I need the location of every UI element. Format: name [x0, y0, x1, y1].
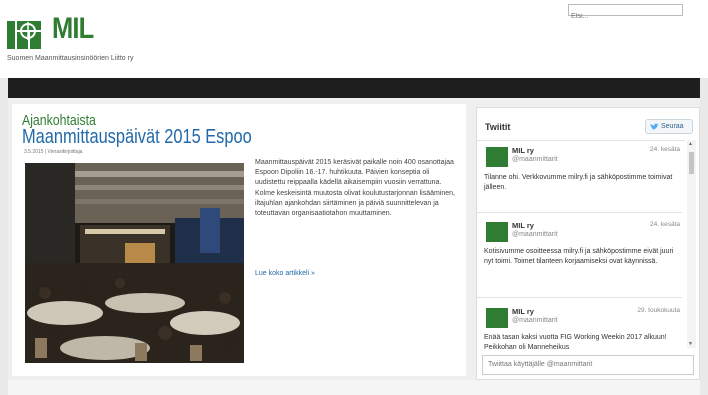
read-more-link[interactable]: Lue koko artikkeli » — [255, 270, 315, 277]
scrollbar-thumb[interactable] — [689, 152, 694, 174]
tweet-date[interactable]: 24. kesäta — [620, 146, 680, 153]
follow-button[interactable]: Seuraa — [645, 119, 693, 134]
tweet-author-name[interactable]: MIL ry — [512, 221, 534, 230]
tweet-date[interactable]: 29. toukokuuta — [620, 307, 680, 314]
twitter-bird-icon — [650, 123, 659, 130]
nav-item-jasenyys[interactable]: JÄSENYYS — [86, 0, 122, 20]
tweet-avatar[interactable] — [486, 147, 508, 167]
twitter-widget-title: Twiitit — [485, 122, 511, 132]
mil-logo-icon[interactable] — [7, 19, 41, 49]
tweet-author-handle[interactable]: @maanmittarit — [512, 317, 558, 324]
tweet-author-handle[interactable]: @maanmittarit — [512, 231, 558, 238]
search-input[interactable] — [569, 11, 682, 22]
tweet-compose-box[interactable]: Twiittaa käyttäjälle @maanmittarit — [482, 355, 694, 375]
article-excerpt: Maanmittauspäivät 2015 keräsivät paikall… — [255, 159, 455, 218]
tweet-author-name[interactable]: MIL ry — [512, 307, 534, 316]
nav-item-yhdistys[interactable]: YHDISTYS — [150, 0, 184, 20]
nav-item-julkaisut[interactable]: JULKAISUT — [213, 0, 251, 20]
article-photo[interactable] — [25, 163, 244, 363]
site-tagline: Suomen Maanmittausinsinöörien Liitto ry — [7, 55, 134, 62]
scroll-up-arrow-icon[interactable]: ▲ — [688, 141, 693, 147]
tweet-divider — [477, 297, 682, 298]
scroll-down-arrow-icon[interactable]: ▼ — [688, 341, 693, 347]
tweet-divider — [477, 212, 682, 213]
nav-item-briefly-in-english[interactable]: BRIEFLY IN ENGLISH — [377, 0, 447, 20]
tweet-text: Tilanne ohi. Verkkovumme milry.fi ja säh… — [484, 174, 673, 191]
follow-label: Seuraa — [661, 123, 684, 130]
conference-hall-image — [25, 163, 244, 363]
article-title[interactable]: Maanmittauspäivät 2015 Espoo — [22, 127, 252, 147]
tweet-avatar[interactable] — [486, 222, 508, 242]
article-byline: 3.5.2015 | Vierasikirjoittaja — [24, 149, 83, 155]
tweet-author-handle[interactable]: @maanmittarit — [512, 156, 558, 163]
footer-strip — [8, 380, 700, 395]
tweet-author-name[interactable]: MIL ry — [512, 146, 534, 155]
nav-item-kort-pa-svenska[interactable]: KORT PÅ SVENSKA — [281, 0, 346, 20]
twitter-header-divider — [477, 140, 685, 141]
search-box — [568, 4, 683, 22]
main-nav — [8, 78, 700, 98]
search-icon[interactable] — [687, 3, 697, 15]
tweet-text: Kotisivumme osoitteessa milry.fi ja sähk… — [484, 248, 674, 265]
tweet-text: Enää tasan kaksi vuotta FIG Working Week… — [484, 334, 667, 351]
tweet-date[interactable]: 24. kesäta — [620, 221, 680, 228]
tweet-avatar[interactable] — [486, 308, 508, 328]
nav-item-etusivu[interactable]: ETUSIVU — [27, 0, 57, 20]
